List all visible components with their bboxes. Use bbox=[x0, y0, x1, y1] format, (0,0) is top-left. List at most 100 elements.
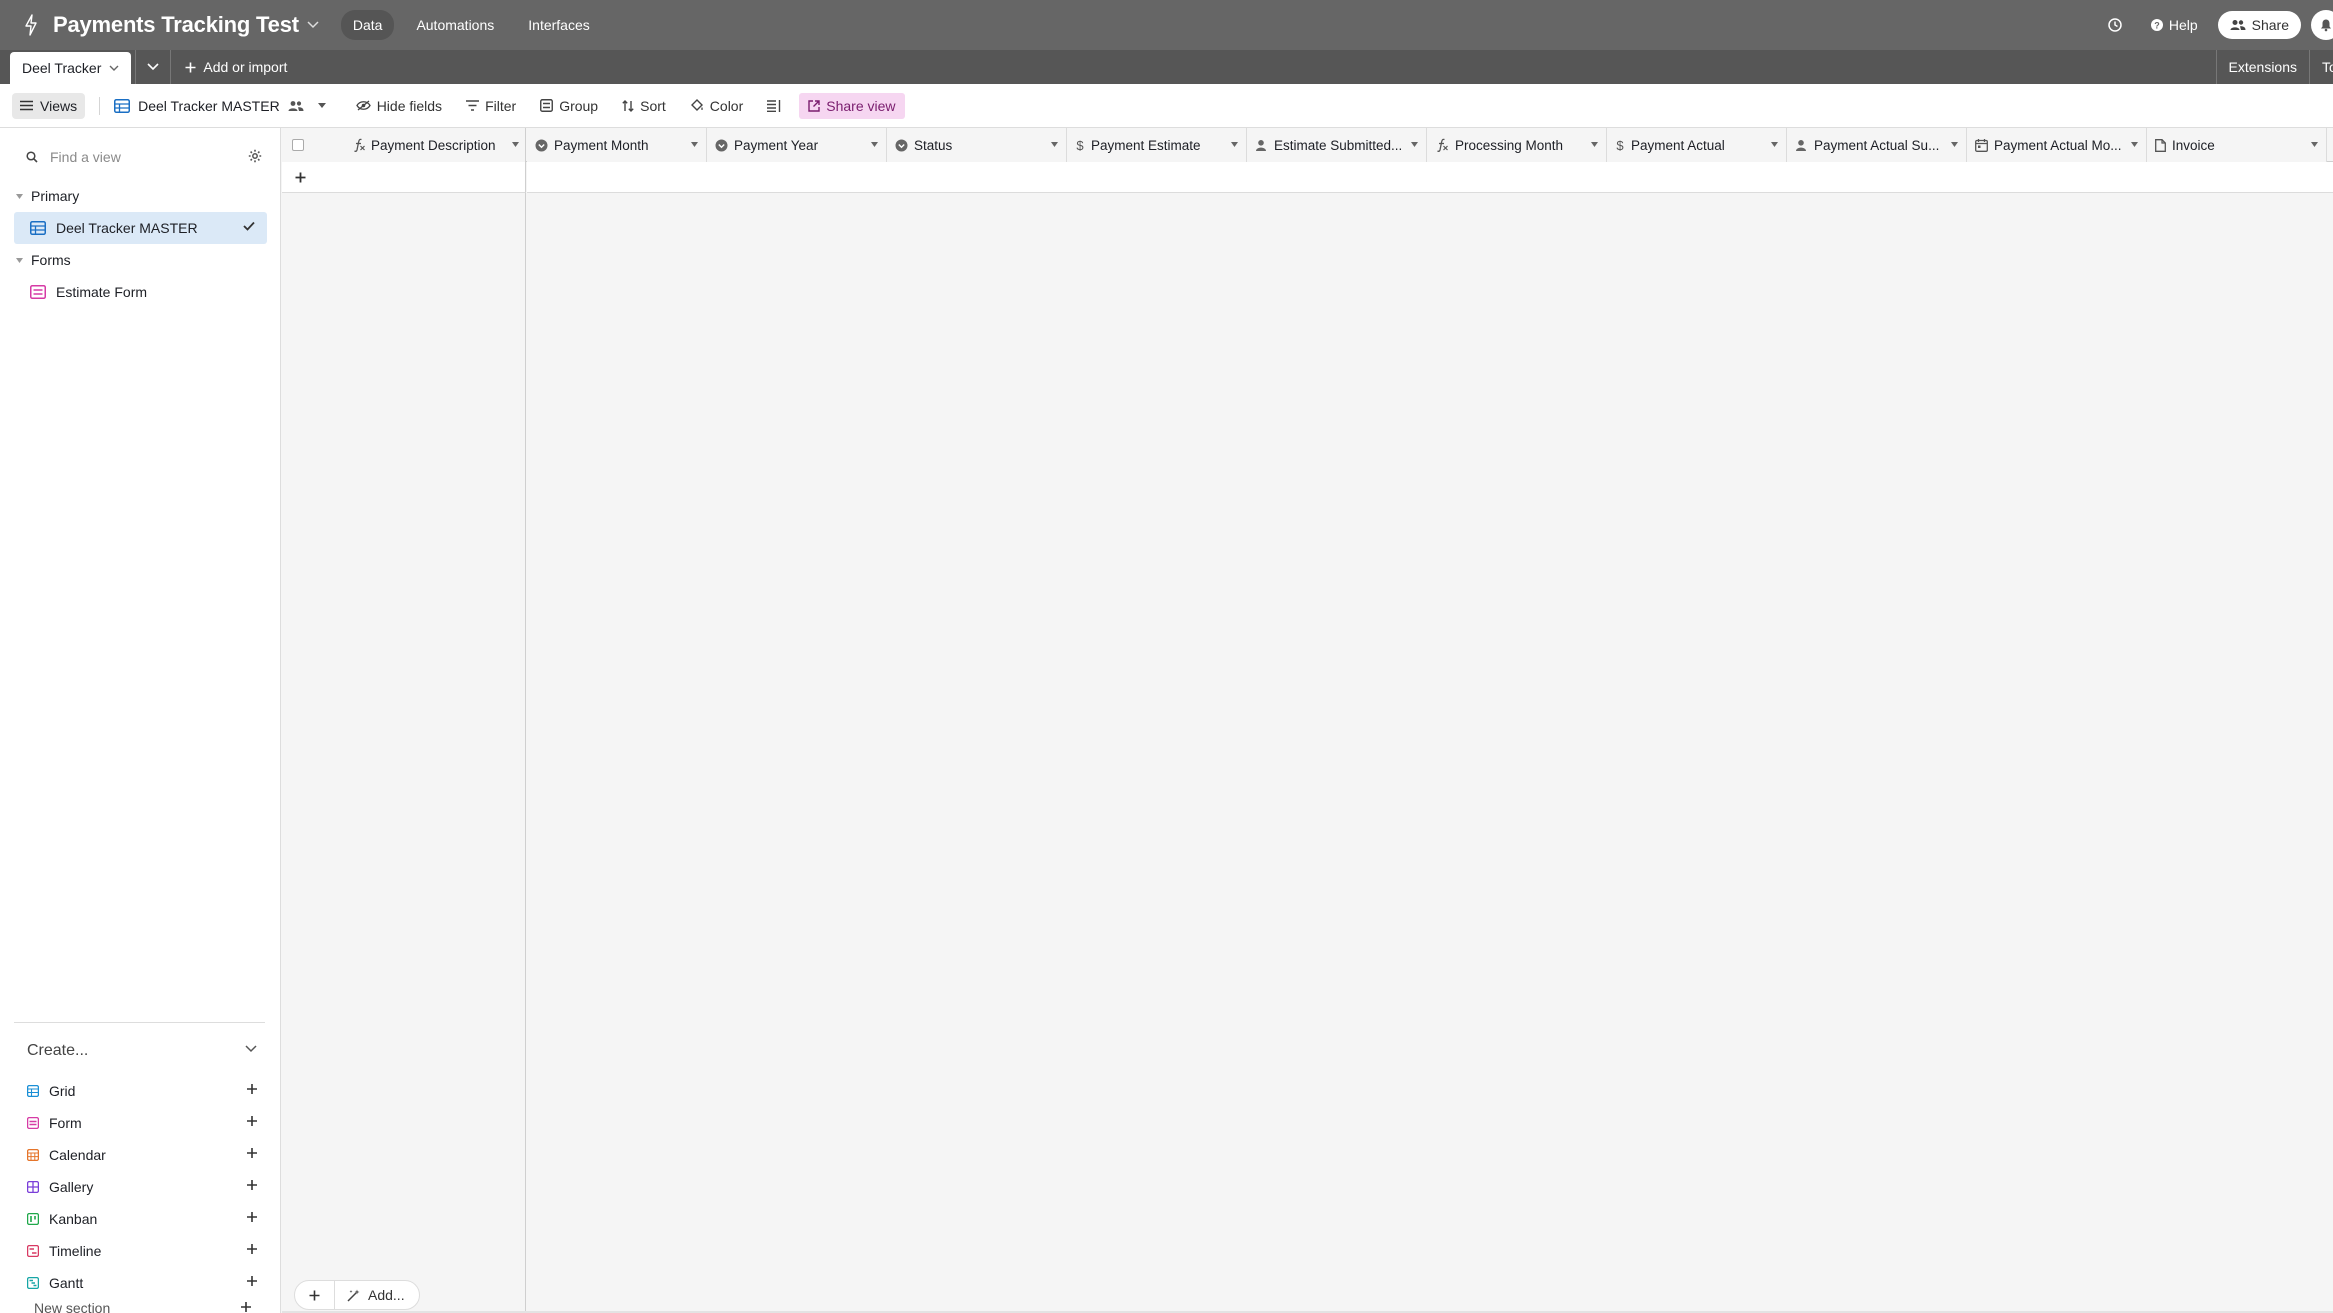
caret-down-icon[interactable] bbox=[871, 142, 878, 147]
history-icon[interactable] bbox=[2104, 14, 2126, 36]
column-label: Payment Actual Mo... bbox=[1994, 137, 2122, 153]
add-record-row[interactable] bbox=[282, 162, 526, 193]
add-with-form-button[interactable]: Add... bbox=[335, 1287, 419, 1303]
caret-down-icon[interactable] bbox=[512, 142, 519, 147]
create-form-view[interactable]: Form bbox=[27, 1108, 257, 1138]
row-height-button[interactable] bbox=[767, 99, 781, 112]
column-header[interactable]: $ Payment Estimate bbox=[1067, 128, 1247, 162]
create-gallery-view[interactable]: Gallery bbox=[27, 1172, 257, 1202]
caret-down-icon[interactable] bbox=[691, 142, 698, 147]
caret-down-icon[interactable] bbox=[317, 103, 326, 108]
chevron-down-icon[interactable] bbox=[109, 65, 119, 71]
caret-down-icon[interactable] bbox=[1591, 142, 1598, 147]
caret-down-icon[interactable] bbox=[2311, 142, 2318, 147]
section-title: Forms bbox=[31, 252, 71, 268]
plus-icon[interactable] bbox=[247, 1116, 257, 1126]
view-search[interactable]: Find a view bbox=[14, 142, 264, 172]
sidebar-view-estimate-form[interactable]: Estimate Form bbox=[14, 276, 267, 308]
svg-text:$: $ bbox=[1616, 138, 1624, 152]
currency-icon: $ bbox=[1615, 138, 1625, 152]
divider bbox=[99, 96, 101, 115]
plus-icon[interactable] bbox=[247, 1180, 257, 1190]
plus-icon[interactable] bbox=[247, 1276, 257, 1286]
caret-down-icon[interactable] bbox=[1951, 142, 1958, 147]
create-view-toggle[interactable]: Create... bbox=[27, 1033, 257, 1069]
column-label: Payment Actual Su... bbox=[1814, 137, 1940, 153]
grid-view-icon bbox=[27, 1085, 39, 1097]
caret-down-icon[interactable] bbox=[1231, 142, 1238, 147]
nav-data[interactable]: Data bbox=[340, 10, 395, 40]
frozen-pane bbox=[282, 193, 526, 1313]
column-header[interactable]: $ Payment Actual bbox=[1607, 128, 1787, 162]
column-header[interactable]: Payment Actual Mo... bbox=[1967, 128, 2147, 162]
plus-icon bbox=[185, 62, 196, 73]
nav-automations[interactable]: Automations bbox=[404, 10, 506, 40]
column-header[interactable]: Payment Year bbox=[707, 128, 887, 162]
home-logo-icon[interactable] bbox=[20, 10, 42, 40]
create-grid-view[interactable]: Grid bbox=[27, 1076, 257, 1106]
column-header[interactable]: Payment Month bbox=[527, 128, 707, 162]
column-header[interactable]: Estimate Submitted... bbox=[1247, 128, 1427, 162]
filter-icon bbox=[466, 100, 480, 111]
gear-icon[interactable] bbox=[248, 149, 262, 163]
primary-field-header[interactable]: Payment Description bbox=[352, 128, 519, 162]
plus-icon[interactable] bbox=[241, 1302, 251, 1312]
all-tables-dropdown[interactable] bbox=[135, 50, 172, 84]
plus-icon[interactable] bbox=[247, 1244, 257, 1254]
sidebar-view-deel-tracker-master[interactable]: Deel Tracker MASTER bbox=[14, 212, 267, 244]
plus-icon[interactable] bbox=[247, 1084, 257, 1094]
add-or-import-label: Add or import bbox=[203, 59, 288, 75]
caret-down-icon[interactable] bbox=[1771, 142, 1778, 147]
section-forms[interactable]: Forms bbox=[16, 252, 71, 268]
caret-down-icon[interactable] bbox=[1411, 142, 1418, 147]
plus-icon[interactable] bbox=[247, 1148, 257, 1158]
hide-fields-button[interactable]: Hide fields bbox=[355, 97, 443, 114]
grid-header-row: Payment Description Payment Month Paymen… bbox=[282, 128, 2333, 162]
view-toolbar: Views Deel Tracker MASTER Hide fields Fi… bbox=[0, 84, 2333, 128]
create-calendar-view[interactable]: Calendar bbox=[27, 1140, 257, 1170]
caret-down-icon[interactable] bbox=[1051, 142, 1058, 147]
share-button[interactable]: Share bbox=[2217, 11, 2301, 39]
select-all-checkbox[interactable] bbox=[292, 139, 304, 151]
view-switcher[interactable]: Deel Tracker MASTER bbox=[114, 98, 326, 114]
new-section-button[interactable]: New section bbox=[34, 1300, 110, 1313]
create-kanban-view[interactable]: Kanban bbox=[27, 1204, 257, 1234]
column-header[interactable]: Invoice bbox=[2147, 128, 2327, 162]
views-toggle-button[interactable]: Views bbox=[12, 92, 86, 119]
sort-button[interactable]: Sort bbox=[622, 98, 666, 114]
create-item-label: Form bbox=[49, 1115, 82, 1131]
share-view-button[interactable]: Share view bbox=[799, 92, 905, 119]
filter-button[interactable]: Filter bbox=[466, 98, 516, 114]
add-or-import-button[interactable]: Add or import bbox=[171, 50, 287, 84]
caret-down-icon[interactable] bbox=[2131, 142, 2138, 147]
plus-icon[interactable] bbox=[295, 172, 306, 183]
chevron-down-icon[interactable] bbox=[307, 18, 321, 32]
column-header[interactable]: Processing Month bbox=[1427, 128, 1607, 162]
hide-fields-label: Hide fields bbox=[376, 97, 443, 114]
color-button[interactable]: Color bbox=[690, 98, 743, 114]
sort-icon bbox=[622, 99, 634, 112]
base-title[interactable]: Payments Tracking Test bbox=[53, 12, 299, 38]
app-header: Payments Tracking Test Data Automations … bbox=[0, 0, 2333, 50]
create-gantt-view[interactable]: Gantt bbox=[27, 1268, 257, 1298]
column-label: Payment Year bbox=[734, 137, 819, 153]
users-icon bbox=[2230, 19, 2246, 31]
tab-deel-tracker[interactable]: Deel Tracker bbox=[10, 52, 132, 84]
tools-button[interactable]: To bbox=[2309, 50, 2333, 84]
group-button[interactable]: Group bbox=[540, 98, 598, 114]
add-record-row-cells[interactable] bbox=[527, 162, 2333, 193]
help-button[interactable]: ? Help bbox=[2150, 17, 2198, 33]
search-input[interactable]: Find a view bbox=[50, 149, 121, 165]
column-header[interactable]: Payment Actual Su... bbox=[1787, 128, 1967, 162]
column-header[interactable]: Status bbox=[887, 128, 1067, 162]
section-primary[interactable]: Primary bbox=[16, 188, 79, 204]
create-timeline-view[interactable]: Timeline bbox=[27, 1236, 257, 1266]
plus-icon[interactable] bbox=[247, 1212, 257, 1222]
extensions-button[interactable]: Extensions bbox=[2215, 50, 2309, 84]
create-item-label: Calendar bbox=[49, 1147, 106, 1163]
single-select-icon bbox=[715, 139, 728, 152]
add-record-button[interactable] bbox=[295, 1281, 335, 1309]
nav-interfaces[interactable]: Interfaces bbox=[516, 10, 601, 40]
group-label: Group bbox=[559, 97, 599, 114]
notifications-icon[interactable] bbox=[2311, 10, 2333, 40]
